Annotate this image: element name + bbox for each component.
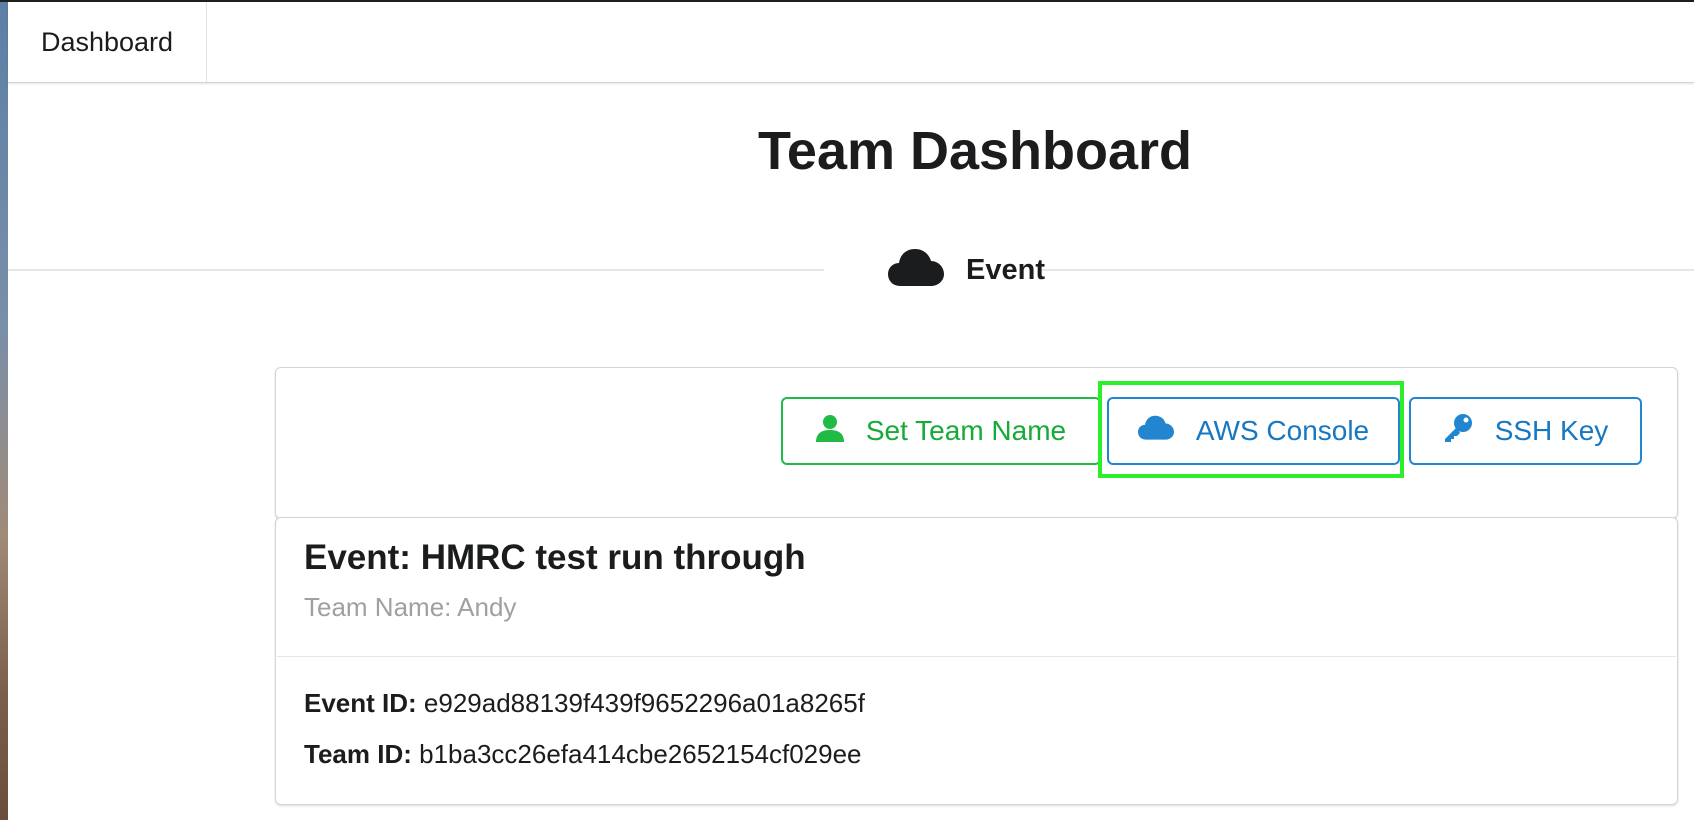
event-title: Event: HMRC test run through [304, 538, 806, 577]
team-id-value: b1ba3cc26efa414cbe2652154cf029ee [419, 739, 862, 769]
section-label: Event [966, 253, 1045, 286]
cloud-icon [888, 248, 944, 293]
user-icon [815, 414, 844, 449]
top-menu-bar: Dashboard [8, 2, 1694, 83]
section-divider-left [8, 269, 824, 271]
team-name-meta: Team Name: Andy [304, 592, 517, 622]
aws-console-button[interactable]: AWS Console [1107, 397, 1400, 465]
key-icon [1443, 413, 1473, 450]
event-id-label: Event ID: [304, 688, 417, 718]
page-title: Team Dashboard [757, 121, 1193, 181]
ssh-key-button[interactable]: SSH Key [1409, 397, 1642, 465]
card-divider [277, 656, 1676, 657]
event-id-line: Event ID: e929ad88139f439f9652296a01a826… [304, 688, 865, 719]
event-id-value: e929ad88139f439f9652296a01a8265f [423, 688, 865, 718]
section-divider-right [1042, 269, 1694, 271]
aws-console-label: AWS Console [1195, 415, 1370, 446]
desktop-background [0, 0, 8, 820]
cloud-icon [1137, 415, 1174, 448]
ssh-key-label: SSH Key [1494, 415, 1609, 446]
set-team-name-button[interactable]: Set Team Name [781, 397, 1101, 465]
section-header: Event [888, 244, 1045, 296]
team-id-label: Team ID: [304, 739, 412, 769]
set-team-name-label: Set Team Name [865, 415, 1067, 446]
menu-item-dashboard[interactable]: Dashboard [8, 2, 207, 82]
team-id-line: Team ID: b1ba3cc26efa414cbe2652154cf029e… [304, 739, 862, 770]
